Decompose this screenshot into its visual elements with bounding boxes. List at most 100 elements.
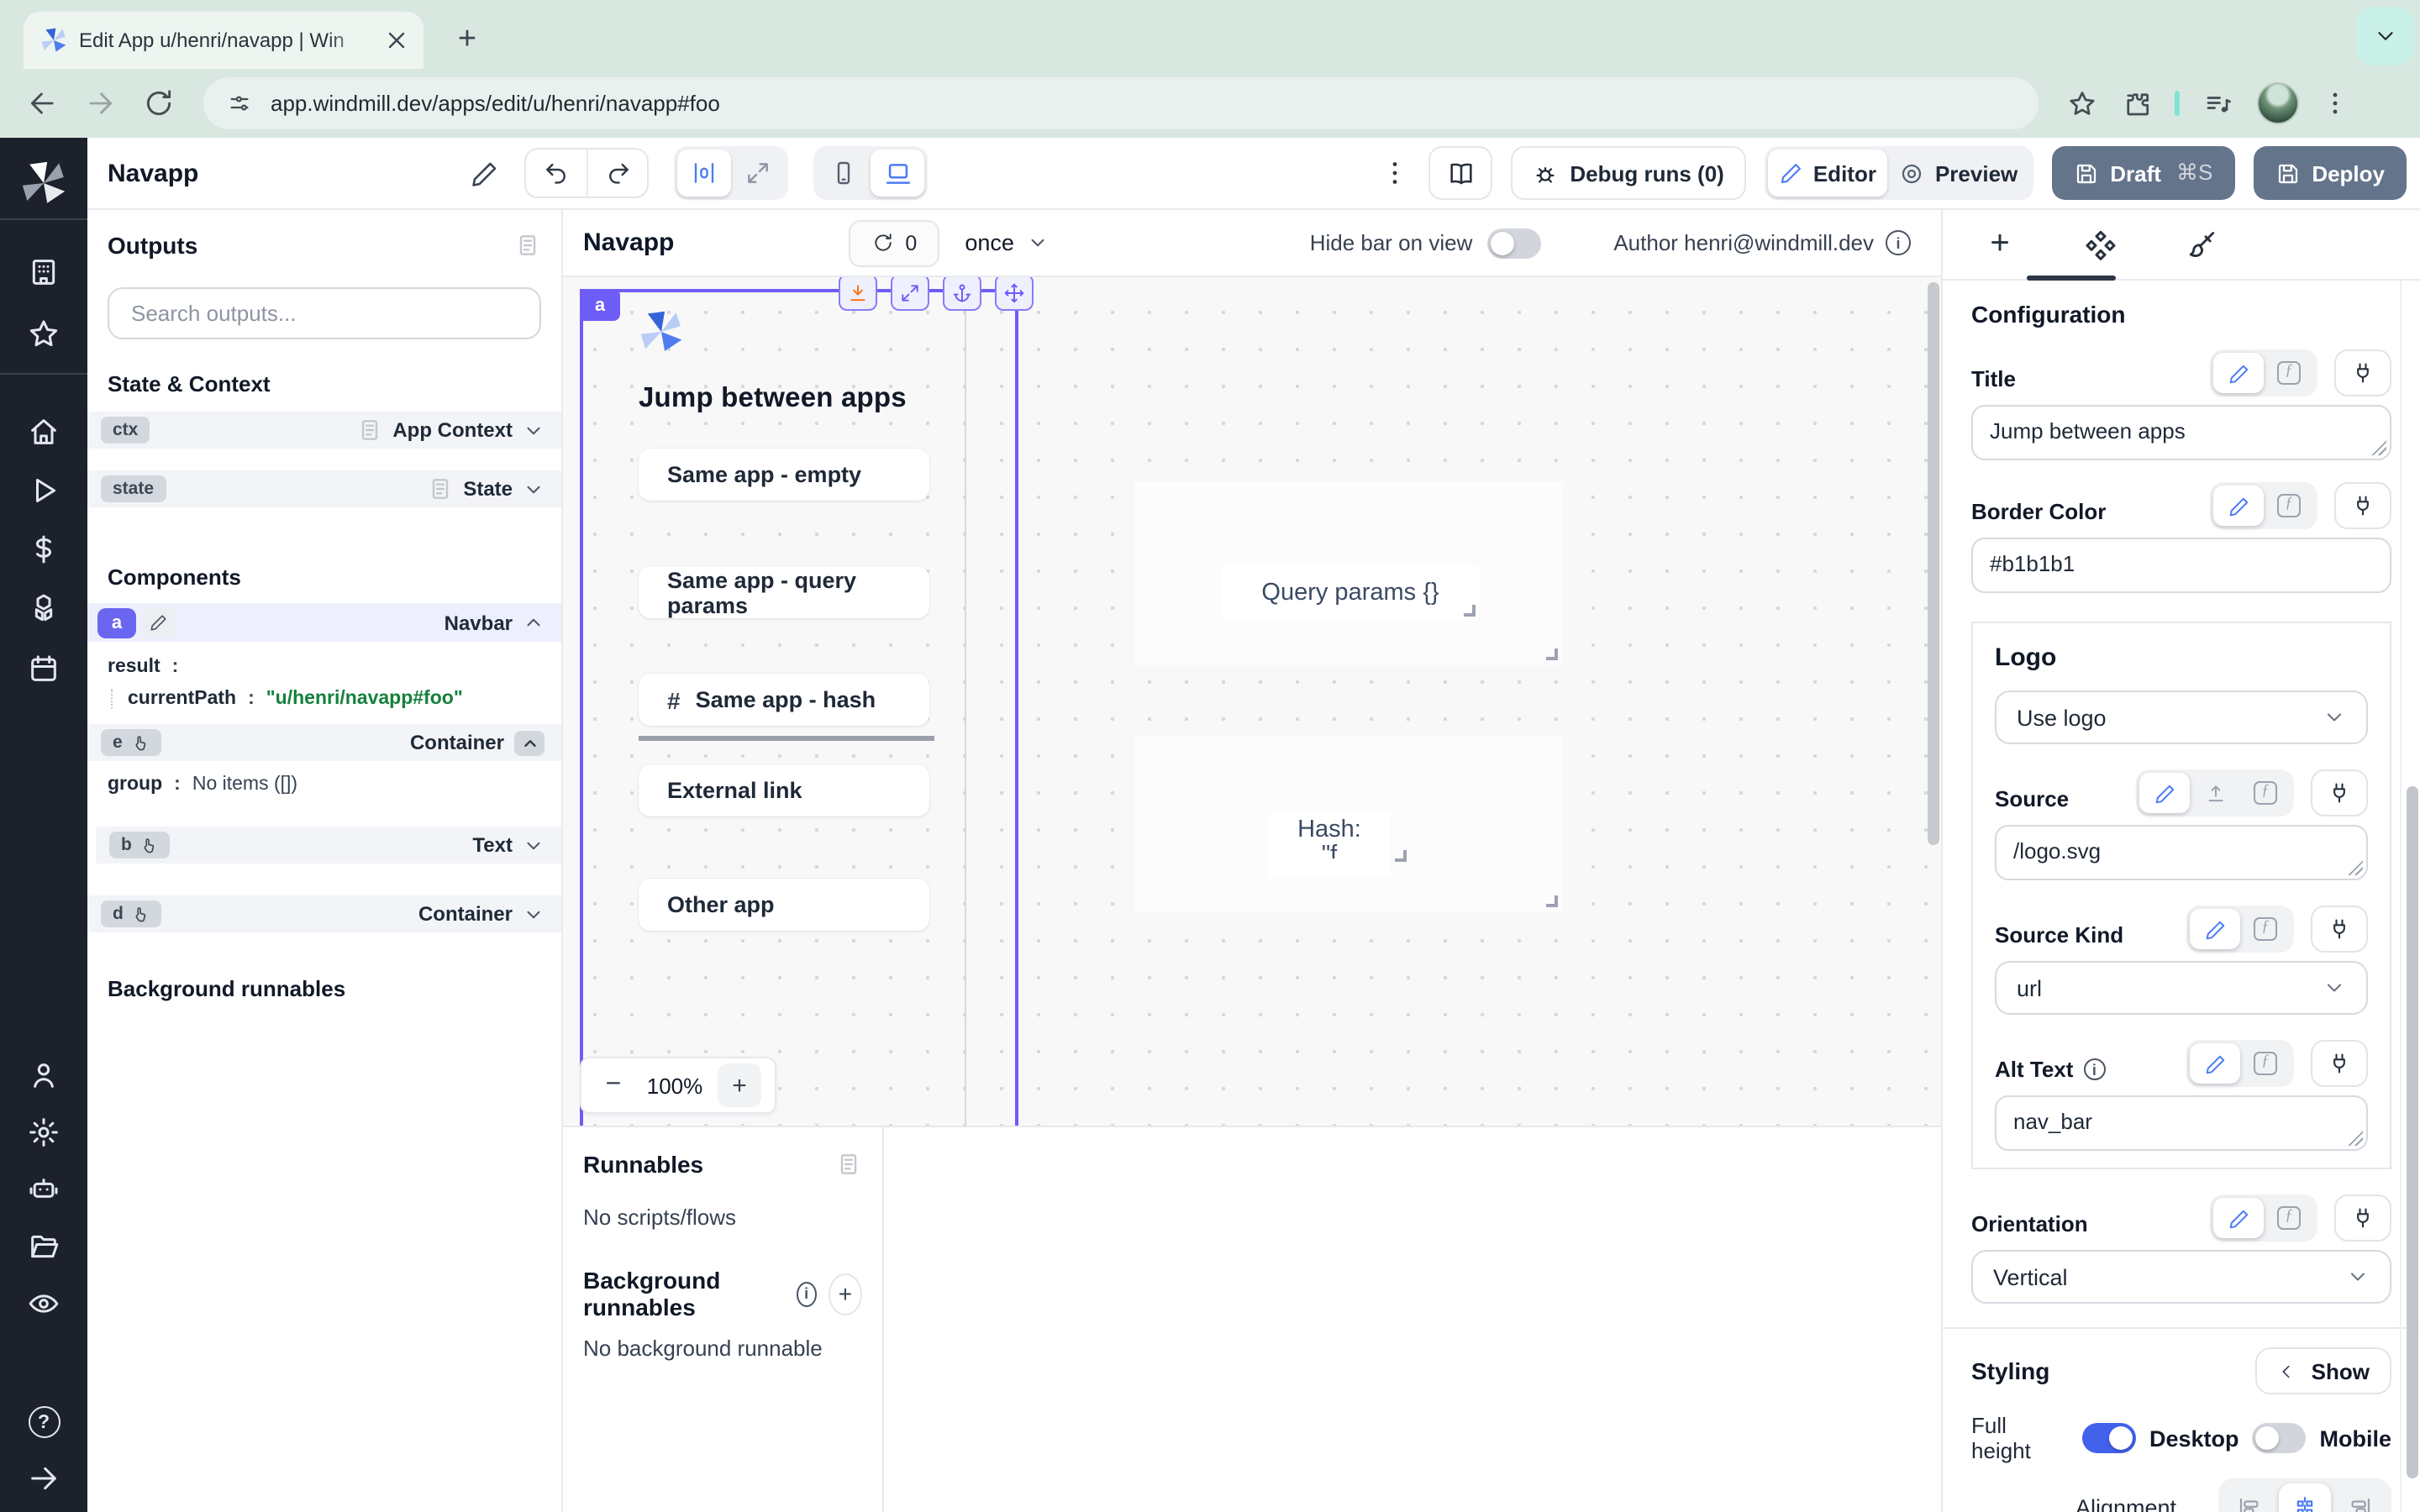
runs-icon[interactable] — [27, 474, 60, 507]
resize-grip[interactable] — [2371, 440, 2386, 455]
settings-scrollbar[interactable] — [2407, 786, 2418, 1478]
debug-runs-button[interactable]: Debug runs (0) — [1511, 146, 1745, 200]
info-icon[interactable]: i — [1886, 230, 1911, 255]
resize-handle[interactable] — [1395, 850, 1407, 862]
redo-button[interactable] — [587, 150, 647, 197]
nav-link-query-params[interactable]: Same app - query params — [639, 566, 929, 618]
show-styling-button[interactable]: Show — [2256, 1347, 2391, 1394]
component-row-container-d[interactable]: d Container — [87, 895, 561, 932]
static-mode-button[interactable] — [2213, 486, 2264, 526]
query-params-text[interactable]: Query params {} — [1222, 566, 1479, 620]
search-outputs-input[interactable] — [128, 299, 521, 328]
nav-link-other-app[interactable]: Other app — [639, 878, 929, 930]
browser-menu-icon[interactable] — [2321, 89, 2349, 118]
centered-layout-button[interactable] — [677, 150, 731, 197]
fx-mode-button[interactable]: ƒ — [2264, 1198, 2314, 1238]
fx-mode-button[interactable]: ƒ — [2240, 909, 2291, 949]
chevron-down-icon[interactable] — [523, 419, 544, 441]
static-mode-button[interactable] — [2190, 1043, 2240, 1084]
log-icon[interactable] — [514, 232, 541, 259]
full-height-mobile-toggle[interactable] — [2253, 1423, 2307, 1453]
schedule-dropdown[interactable]: once — [965, 230, 1050, 255]
site-settings-icon[interactable] — [227, 91, 252, 116]
undo-button[interactable] — [526, 150, 587, 197]
desktop-view-button[interactable] — [871, 150, 924, 197]
tab-styling[interactable] — [2185, 228, 2218, 261]
tab-preview[interactable]: Preview — [1888, 150, 2029, 197]
favorites-star-icon[interactable] — [27, 318, 60, 351]
tab-component-settings[interactable] — [2084, 228, 2118, 261]
more-options-icon[interactable] — [1380, 158, 1410, 188]
workers-robot-icon[interactable] — [27, 1173, 60, 1206]
chevron-down-icon[interactable] — [523, 478, 544, 500]
media-queue-icon[interactable] — [2203, 88, 2233, 118]
folders-icon[interactable] — [27, 1230, 60, 1263]
connect-plug-button[interactable] — [2311, 1040, 2368, 1087]
edit-id-button[interactable] — [143, 607, 175, 638]
resize-grip[interactable] — [2348, 860, 2363, 875]
title-input[interactable]: Jump between apps — [1971, 405, 2391, 460]
tab-editor[interactable]: Editor — [1768, 150, 1888, 197]
group-line[interactable]: group: No items ([]) — [108, 774, 541, 795]
rename-pencil-icon[interactable] — [471, 159, 499, 187]
chevron-down-icon[interactable] — [523, 834, 544, 856]
nav-link-empty[interactable]: Same app - empty — [639, 449, 929, 501]
chevron-up-icon[interactable] — [523, 612, 544, 633]
expand-component-button[interactable] — [891, 277, 929, 311]
resources-icon[interactable] — [27, 591, 60, 625]
docs-button[interactable] — [1428, 146, 1492, 200]
info-icon[interactable]: i — [796, 1281, 816, 1306]
profile-avatar[interactable] — [2257, 82, 2299, 124]
full-width-button[interactable] — [731, 150, 785, 197]
add-background-runnable-button[interactable]: + — [829, 1273, 862, 1315]
static-mode-button[interactable] — [2190, 909, 2240, 949]
source-kind-select[interactable]: url — [1995, 961, 2368, 1015]
tab-search-button[interactable] — [2356, 7, 2415, 66]
refresh-count-button[interactable]: 0 — [849, 219, 939, 266]
hash-text[interactable]: Hash: "f — [1269, 813, 1390, 877]
forward-icon[interactable] — [84, 87, 116, 119]
resize-handle[interactable] — [1546, 895, 1558, 907]
help-icon[interactable]: ? — [28, 1406, 60, 1438]
align-center-button[interactable] — [2279, 1483, 2331, 1512]
chevron-down-icon[interactable] — [523, 903, 544, 925]
variables-icon[interactable] — [27, 533, 60, 566]
bookmark-star-icon[interactable] — [2067, 88, 2097, 118]
fx-mode-button[interactable]: ƒ — [2264, 486, 2314, 526]
resize-handle[interactable] — [1464, 605, 1476, 617]
align-left-button[interactable] — [2223, 1483, 2275, 1512]
fx-mode-button[interactable]: ƒ — [2264, 353, 2314, 393]
settings-gear-icon[interactable] — [27, 1116, 60, 1149]
fill-height-button[interactable] — [839, 277, 877, 311]
resize-handle[interactable] — [1546, 648, 1558, 660]
connect-plug-button[interactable] — [2334, 1194, 2391, 1242]
orientation-select[interactable]: Vertical — [1971, 1250, 2391, 1304]
component-row-navbar[interactable]: a Navbar — [87, 603, 561, 642]
align-right-button[interactable] — [2334, 1483, 2386, 1512]
currentpath-line[interactable]: currentPath: "u/henri/navapp#foo" — [111, 689, 541, 709]
static-mode-button[interactable] — [2213, 1198, 2264, 1238]
ctx-row[interactable]: ctx App Context — [87, 412, 561, 449]
result-line[interactable]: result: — [108, 657, 541, 677]
extensions-icon[interactable] — [2123, 88, 2153, 118]
zoom-in-button[interactable]: + — [718, 1063, 761, 1107]
close-tab-icon[interactable] — [383, 27, 410, 54]
navbar-component-selection[interactable]: a — [580, 289, 1018, 1126]
nav-link-external[interactable]: External link — [639, 764, 929, 816]
deploy-button[interactable]: Deploy — [2253, 146, 2407, 200]
home-icon[interactable] — [27, 415, 60, 449]
alt-text-input[interactable]: nav_bar — [1995, 1095, 2368, 1151]
windmill-logo[interactable] — [20, 160, 67, 207]
collapse-sidebar-icon[interactable] — [27, 1462, 60, 1495]
connect-plug-button[interactable] — [2334, 482, 2391, 529]
hide-bar-toggle[interactable] — [1487, 228, 1541, 258]
connect-plug-button[interactable] — [2311, 906, 2368, 953]
users-icon[interactable] — [27, 1058, 60, 1092]
hash-container[interactable]: Hash: "f — [1134, 736, 1563, 912]
browser-tab[interactable]: Edit App u/henri/navapp | Win — [24, 12, 424, 69]
mobile-view-button[interactable] — [817, 150, 871, 197]
log-icon[interactable] — [835, 1151, 862, 1178]
new-tab-button[interactable]: + — [447, 20, 487, 60]
query-params-container[interactable]: Query params {} — [1134, 482, 1563, 665]
static-mode-button[interactable] — [2213, 353, 2264, 393]
